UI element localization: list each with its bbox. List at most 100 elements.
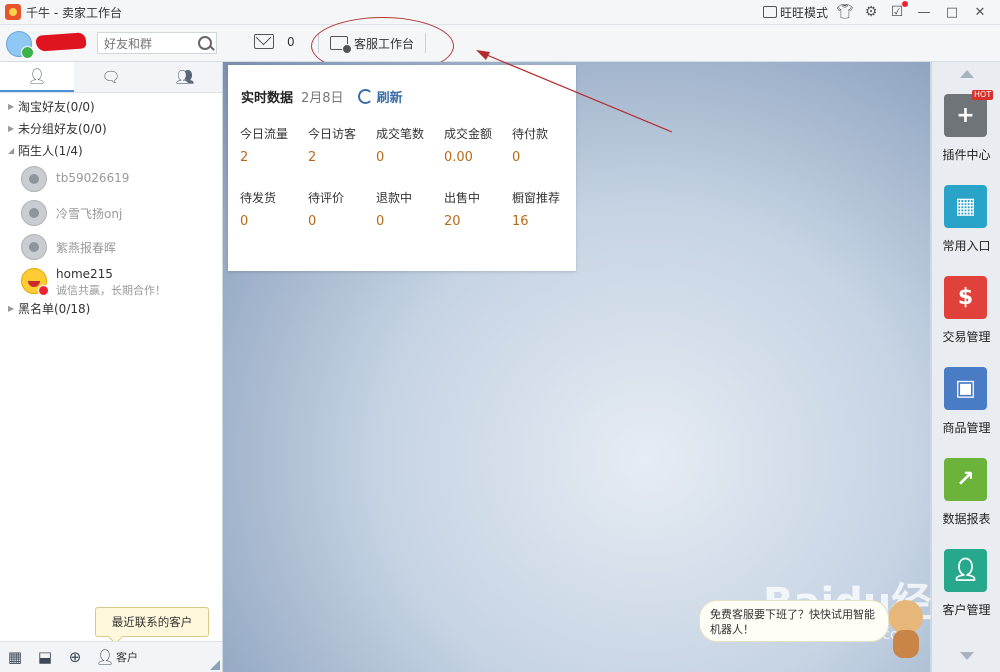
robot-mascot[interactable] — [887, 590, 925, 660]
minimize-button[interactable]: — — [914, 3, 934, 21]
group-ungrouped[interactable]: ▶ 未分组好友(0/0) — [0, 118, 222, 140]
contact-name: 紫燕报春晖 — [56, 241, 117, 255]
stat-item[interactable]: 待发货 0 — [240, 189, 308, 253]
notification-icon[interactable]: ☑︎ — [888, 1, 908, 21]
contact-name: tb59026619 — [56, 171, 130, 185]
refresh-icon — [357, 89, 373, 104]
dock-item-shortcuts[interactable]: ▦ 常用入口 — [932, 185, 1000, 275]
contact-item[interactable]: home215 诚信共赢，长期合作！ — [0, 264, 222, 298]
tab-contacts[interactable]: 👤︎ — [0, 62, 74, 92]
add-contact-icon[interactable]: ⊕ — [60, 645, 90, 669]
stat-item[interactable]: 成交笔数 0 — [376, 125, 444, 189]
stat-value: 0 — [240, 214, 249, 229]
customer-label[interactable]: 客户 — [116, 649, 138, 665]
group-label: 黑名单(0/18) — [18, 302, 91, 316]
redacted-username — [35, 32, 87, 52]
cs-workbench-button[interactable]: 客服工作台 — [328, 32, 416, 54]
robot-tip-bubble[interactable]: 免费客服要下班了？快快试用智能机器人！ — [699, 600, 889, 642]
contact-tabs: 👤︎ 🗨︎ 👥︎ — [0, 62, 222, 93]
realtime-header: 实时数据 2月8日 刷新 — [241, 87, 403, 106]
stat-item[interactable]: 今日访客 2 — [308, 125, 376, 189]
realtime-title: 实时数据 — [241, 91, 294, 106]
stat-value: 16 — [512, 214, 529, 229]
stat-label: 出售中 — [444, 191, 481, 205]
message-box-icon[interactable]: ⬓ — [30, 645, 60, 669]
contact-item[interactable]: 紫燕报春晖 — [0, 230, 222, 264]
stat-label: 待评价 — [308, 191, 345, 205]
stat-label: 今日流量 — [240, 127, 289, 141]
contact-signature: 诚信共赢，长期合作！ — [56, 284, 166, 297]
notification-dot — [902, 1, 908, 7]
stat-item[interactable]: 成交金额 0.00 — [444, 125, 512, 189]
cs-workbench-icon — [330, 36, 352, 54]
person-icon: 👤︎ — [27, 67, 47, 85]
stat-item[interactable]: 待付款 0 — [512, 125, 580, 189]
contact-avatar — [21, 268, 49, 296]
group-strangers[interactable]: ◢ 陌生人(1/4) — [0, 140, 222, 162]
search-input[interactable] — [102, 34, 198, 54]
search-box[interactable] — [97, 32, 217, 54]
stat-label: 橱窗推荐 — [512, 191, 561, 205]
refresh-label: 刷新 — [376, 91, 403, 106]
stat-item[interactable]: 今日流量 2 — [240, 125, 308, 189]
maximize-button[interactable]: □ — [942, 3, 962, 21]
scroll-up-icon[interactable] — [960, 70, 974, 78]
stat-value: 0 — [308, 214, 317, 229]
stat-item[interactable]: 退款中 0 — [376, 189, 444, 253]
my-avatar[interactable] — [6, 31, 34, 59]
stat-value: 0 — [376, 214, 385, 229]
collapse-caret-icon: ◢ — [8, 146, 15, 155]
settings-gear-icon[interactable]: ⚙︎ — [862, 3, 880, 21]
tab-recent[interactable]: 🗨︎ — [74, 62, 148, 92]
group-blacklist[interactable]: ▶ 黑名单(0/18) — [0, 298, 222, 320]
message-icon[interactable] — [254, 34, 274, 49]
contact-name: 冷雪飞扬onj — [56, 207, 123, 221]
grid-icon: ▦ — [944, 185, 987, 228]
recent-chat-icon: 🗨︎ — [101, 68, 121, 86]
dock-label: 数据报表 — [942, 512, 991, 526]
contact-item[interactable]: tb59026619 — [0, 162, 222, 196]
wangwang-mode-label: 旺旺模式 — [779, 5, 828, 20]
expand-caret-icon: ▶ — [8, 304, 15, 313]
cs-workbench-label: 客服工作台 — [354, 36, 415, 51]
stat-item[interactable]: 待评价 0 — [308, 189, 376, 253]
contact-item[interactable]: 冷雪飞扬onj — [0, 196, 222, 230]
contact-panel: 👤︎ 🗨︎ 👥︎ ▶ 淘宝好友(0/0) ▶ 未分组好友(0/0) ◢ 陌生人(1/4… — [0, 62, 223, 672]
contact-avatar — [21, 200, 47, 226]
search-icon[interactable] — [198, 36, 212, 50]
contact-tree: ▶ 淘宝好友(0/0) ▶ 未分组好友(0/0) ◢ 陌生人(1/4) tb59026… — [0, 93, 222, 320]
dock-label: 交易管理 — [942, 330, 991, 344]
dock-label: 插件中心 — [942, 148, 991, 162]
skin-shirt-icon[interactable]: 👕︎ — [836, 3, 854, 21]
dock-item-customers[interactable]: 👤︎ 客户管理 — [932, 549, 1000, 639]
stat-label: 成交笔数 — [376, 127, 425, 141]
dock-item-reports[interactable]: ↗ 数据报表 — [932, 458, 1000, 548]
group-label: 淘宝好友(0/0) — [18, 100, 95, 114]
stat-value: 20 — [444, 214, 461, 229]
stat-item[interactable]: 出售中 20 — [444, 189, 512, 253]
message-count: 0 — [287, 35, 295, 49]
user-icon: 👤︎ — [944, 549, 987, 592]
qianniu-logo-icon — [5, 4, 21, 20]
resize-grip-icon[interactable] — [210, 660, 220, 670]
dock-label: 常用入口 — [942, 239, 991, 253]
stat-item[interactable]: 橱窗推荐 16 — [512, 189, 580, 253]
stats-grid: 今日流量 2 今日访客 2 成交笔数 0 成交金额 0.00 待付款 0 待发货 0 待评价… — [240, 125, 580, 253]
dock-item-trade[interactable]: $ 交易管理 — [932, 276, 1000, 366]
recent-customers-tooltip: 最近联系的客户 — [95, 607, 209, 637]
dock-item-plugins[interactable]: + HOT 插件中心 — [932, 90, 1000, 184]
close-button[interactable]: ✕ — [970, 3, 990, 21]
apps-grid-icon[interactable]: ▦ — [0, 645, 30, 669]
money-icon: $ — [944, 276, 987, 319]
wangwang-mode-button[interactable]: 旺旺模式 — [762, 4, 828, 21]
dock-label: 客户管理 — [942, 603, 991, 617]
group-taobao-friends[interactable]: ▶ 淘宝好友(0/0) — [0, 96, 222, 118]
dock-item-goods[interactable]: ▣ 商品管理 — [932, 367, 1000, 457]
refresh-button[interactable]: 刷新 — [357, 87, 403, 106]
scroll-down-icon[interactable] — [960, 652, 974, 660]
tab-groups[interactable]: 👥︎ — [148, 62, 222, 92]
stat-value: 2 — [308, 150, 317, 165]
stat-label: 成交金额 — [444, 127, 493, 141]
contact-avatar — [21, 234, 47, 260]
realtime-data-card: 实时数据 2月8日 刷新 今日流量 2 今日访客 2 成交笔数 0 成交金额 0.00 … — [228, 65, 576, 271]
